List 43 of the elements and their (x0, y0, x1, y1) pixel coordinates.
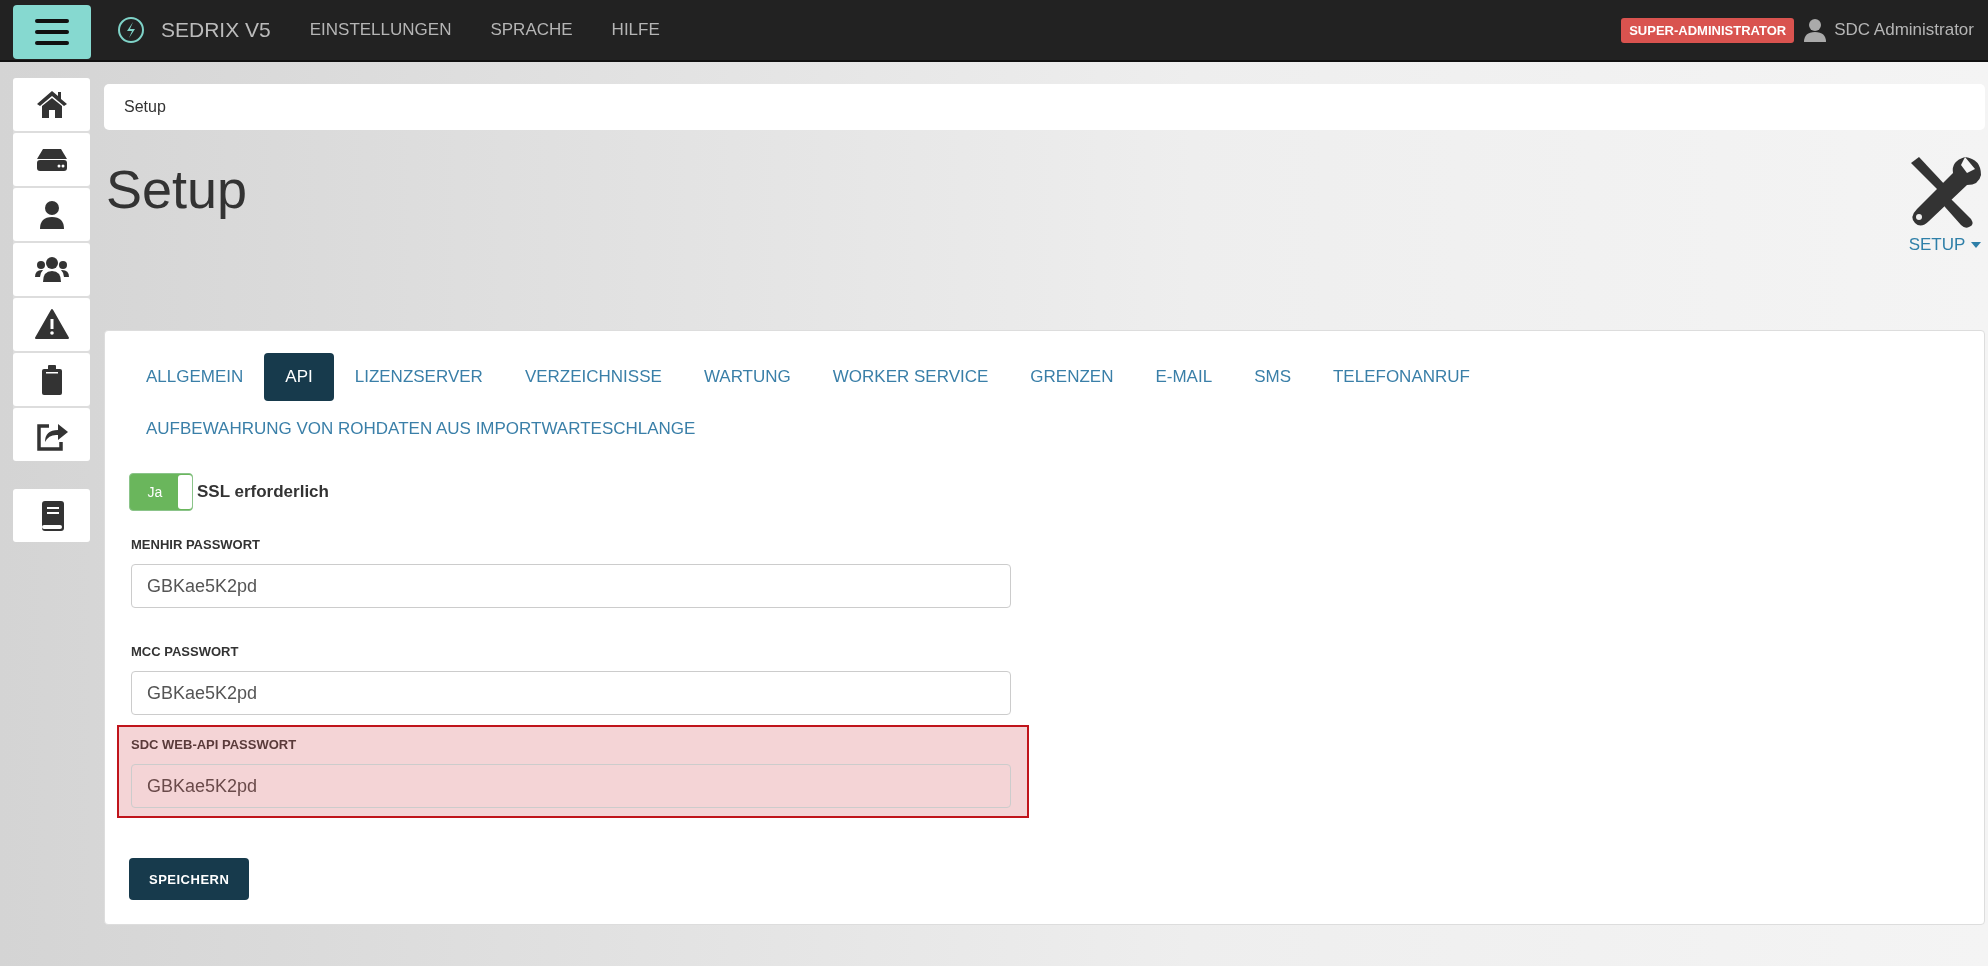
sidebar-item[interactable] (13, 353, 90, 406)
toggle-switch[interactable]: Ja (129, 473, 193, 511)
logo-icon (117, 16, 145, 44)
tab[interactable]: API (264, 353, 334, 401)
tab[interactable]: AUFBEWAHRUNG VON ROHDATEN AUS IMPORTWARTESCHLANGE (125, 405, 717, 453)
nav-link[interactable]: SPRACHE (490, 20, 573, 40)
tab[interactable]: ALLGEMEIN (125, 353, 265, 401)
sidebar-item[interactable] (13, 243, 90, 296)
sidebar-item[interactable] (13, 489, 90, 542)
nav-link[interactable]: HILFE (611, 20, 660, 40)
password-field[interactable]: GBKae5K2pd (131, 564, 1011, 608)
password-field[interactable]: GBKae5K2pd (131, 764, 1011, 808)
tab[interactable]: LIZENZSERVER (333, 353, 504, 401)
user-icon (1804, 18, 1827, 42)
nav-link[interactable]: EINSTELLUNGEN (309, 20, 452, 40)
tab[interactable]: WARTUNG (682, 353, 812, 401)
sidebar-item[interactable] (13, 408, 90, 461)
password-field[interactable]: GBKae5K2pd (131, 671, 1011, 715)
menu-icon (35, 19, 69, 45)
tab[interactable]: GRENZEN (1009, 353, 1135, 401)
user-menu-link[interactable]: SDC Administrator (1834, 20, 1974, 40)
app-title: SEDRIX V5 (161, 18, 271, 42)
tab[interactable]: SMS (1233, 353, 1312, 401)
menu-button[interactable] (13, 5, 91, 59)
toggle-label: SSL erforderlich (197, 482, 329, 502)
sidebar-item[interactable] (13, 78, 90, 131)
tab[interactable]: E-MAIL (1134, 353, 1234, 401)
role-badge: SUPER-ADMINISTRATOR (1621, 17, 1795, 43)
warning-icon (34, 307, 69, 342)
field-label: MCC PASSWORT (131, 644, 240, 659)
field-label: MENHIR PASSWORT (131, 537, 262, 552)
caret-icon (1971, 242, 1982, 248)
field-label: SDC WEB-API PASSWORT (131, 737, 298, 752)
tab[interactable]: TELEFONANRUF (1312, 353, 1491, 401)
tab[interactable]: WORKER SERVICE (811, 353, 1010, 401)
page-title: Setup (106, 158, 248, 221)
sidebar-item[interactable] (13, 298, 90, 351)
tab[interactable]: VERZEICHNISSE (503, 353, 683, 401)
save-button[interactable]: SPEICHERN (129, 858, 250, 900)
sidebar-item[interactable] (13, 188, 90, 241)
setup-dropdown[interactable]: SETUP (1908, 235, 1982, 255)
sidebar-item[interactable] (13, 133, 90, 186)
breadcrumb-item: Setup (124, 98, 166, 116)
